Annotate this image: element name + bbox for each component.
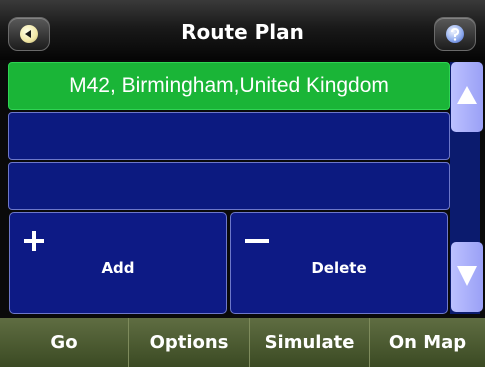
scroll-down-button[interactable] <box>451 242 483 312</box>
triangle-up-icon <box>457 86 477 104</box>
header-bar: Route Plan <box>0 0 485 60</box>
route-list-item[interactable] <box>8 162 450 210</box>
help-button[interactable] <box>434 17 476 51</box>
triangle-down-icon <box>457 266 477 286</box>
page-title: Route Plan <box>181 20 304 44</box>
scroll-up-button[interactable] <box>451 62 483 132</box>
options-button[interactable]: Options <box>129 318 250 367</box>
simulate-button[interactable]: Simulate <box>250 318 370 367</box>
add-button[interactable]: Add <box>9 212 227 314</box>
route-list-item[interactable]: M42, Birmingham,United Kingdom <box>8 62 450 110</box>
route-list-item[interactable] <box>8 112 450 160</box>
on-map-button[interactable]: On Map <box>370 318 485 367</box>
help-glyph <box>451 27 460 41</box>
delete-button[interactable]: Delete <box>230 212 448 314</box>
add-label: Add <box>101 259 135 277</box>
go-button[interactable]: Go <box>0 318 129 367</box>
route-item-label: M42, Birmingham,United Kingdom <box>69 74 389 97</box>
plus-icon <box>24 231 44 251</box>
delete-label: Delete <box>311 259 367 277</box>
bottom-toolbar: Go Options Simulate On Map <box>0 318 485 367</box>
minus-icon <box>245 231 269 251</box>
